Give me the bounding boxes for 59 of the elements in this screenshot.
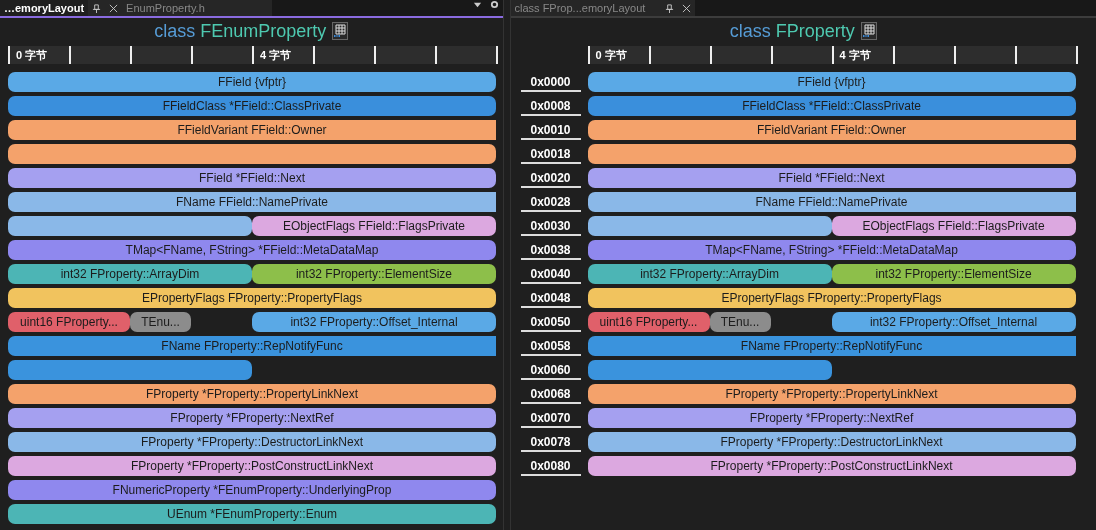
memory-field[interactable] <box>587 144 1076 164</box>
memory-field[interactable]: FName FProperty::RepNotifyFunc <box>8 336 496 356</box>
class-title: class FProperty <box>729 20 855 42</box>
memory-field[interactable]: FField *FField::Next <box>8 168 496 188</box>
memory-field[interactable] <box>8 144 496 164</box>
memory-field[interactable] <box>8 216 252 236</box>
memory-field[interactable] <box>587 360 832 380</box>
memory-field[interactable]: FProperty *FProperty::PostConstructLinkNext <box>587 456 1076 476</box>
dropdown-icon[interactable] <box>472 0 482 9</box>
memory-field[interactable]: FNumericProperty *FEnumProperty::UnderlyingProp <box>8 480 496 500</box>
class-title: class FEnumProperty <box>154 20 327 42</box>
memory-field[interactable]: FName FField::NamePrivate <box>587 192 1076 212</box>
memory-field[interactable]: FFieldVariant FField::Owner <box>587 120 1076 140</box>
document-tab[interactable]: …emoryLayout <box>0 0 89 16</box>
memory-field[interactable]: TMap<FName, FString> *FField::MetaDataMap <box>587 240 1076 260</box>
memory-field[interactable]: FField *FField::Next <box>587 168 1076 188</box>
memory-field[interactable]: TEnu... <box>709 312 771 332</box>
memory-field[interactable]: FFieldClass *FField::ClassPrivate <box>587 96 1076 116</box>
memory-field[interactable]: int32 FProperty::ElementSize <box>252 264 496 284</box>
memory-field[interactable] <box>8 360 252 380</box>
memory-field[interactable]: UEnum *FEnumProperty::Enum <box>8 504 496 524</box>
memory-field[interactable]: int32 FProperty::Offset_Internal <box>252 312 496 332</box>
ruler-label: 4 字节 <box>839 49 871 61</box>
memory-field[interactable]: FFieldVariant FField::Owner <box>8 120 496 140</box>
memory-field[interactable]: int32 FProperty::Offset_Internal <box>831 312 1076 332</box>
memory-field[interactable]: int32 FProperty::ArrayDim <box>8 264 252 284</box>
memory-field[interactable]: FName FField::NamePrivate <box>8 192 496 212</box>
settings-icon[interactable] <box>489 0 499 9</box>
memory-field[interactable]: EPropertyFlags FProperty::PropertyFlags <box>8 288 496 308</box>
memory-field[interactable]: FProperty *FProperty::DestructorLinkNext <box>587 432 1076 452</box>
memory-field[interactable]: FProperty *FProperty::PropertyLinkNext <box>587 384 1076 404</box>
ruler-label: 0 字节 <box>16 49 48 61</box>
ruler-label: 0 字节 <box>595 49 627 61</box>
memory-field[interactable]: int32 FProperty::ElementSize <box>831 264 1076 284</box>
close-icon[interactable] <box>109 3 119 13</box>
pin-icon[interactable] <box>92 3 102 13</box>
memory-field[interactable]: FField {vfptr} <box>8 72 496 92</box>
memory-field[interactable]: FProperty *FProperty::NextRef <box>587 408 1076 428</box>
memory-field[interactable]: FFieldClass *FField::ClassPrivate <box>8 96 496 116</box>
ruler-label: 4 字节 <box>260 49 292 61</box>
memory-field[interactable] <box>587 216 832 236</box>
table-icon[interactable] <box>332 22 349 40</box>
memory-field[interactable]: EPropertyFlags FProperty::PropertyFlags <box>587 288 1076 308</box>
pin-icon[interactable] <box>664 3 674 13</box>
memory-field[interactable]: FName FProperty::RepNotifyFunc <box>587 336 1076 356</box>
memory-field[interactable]: EObjectFlags FField::FlagsPrivate <box>831 216 1076 236</box>
memory-field[interactable]: uint16 FProperty... <box>587 312 710 332</box>
memory-field[interactable]: TEnu... <box>130 312 191 332</box>
close-icon[interactable] <box>681 3 691 13</box>
memory-field[interactable]: EObjectFlags FField::FlagsPrivate <box>252 216 496 236</box>
memory-field[interactable]: FProperty *FProperty::PropertyLinkNext <box>8 384 496 404</box>
memory-field[interactable]: TMap<FName, FString> *FField::MetaDataMap <box>8 240 496 260</box>
memory-field[interactable]: uint16 FProperty... <box>8 312 130 332</box>
memory-field[interactable]: FProperty *FProperty::PostConstructLinkNext <box>8 456 496 476</box>
table-icon[interactable] <box>860 22 877 40</box>
memory-field[interactable]: int32 FProperty::ArrayDim <box>587 264 832 284</box>
memory-field[interactable]: FProperty *FProperty::DestructorLinkNext <box>8 432 496 452</box>
memory-field[interactable]: FProperty *FProperty::NextRef <box>8 408 496 428</box>
memory-field[interactable]: FField {vfptr} <box>587 72 1076 92</box>
